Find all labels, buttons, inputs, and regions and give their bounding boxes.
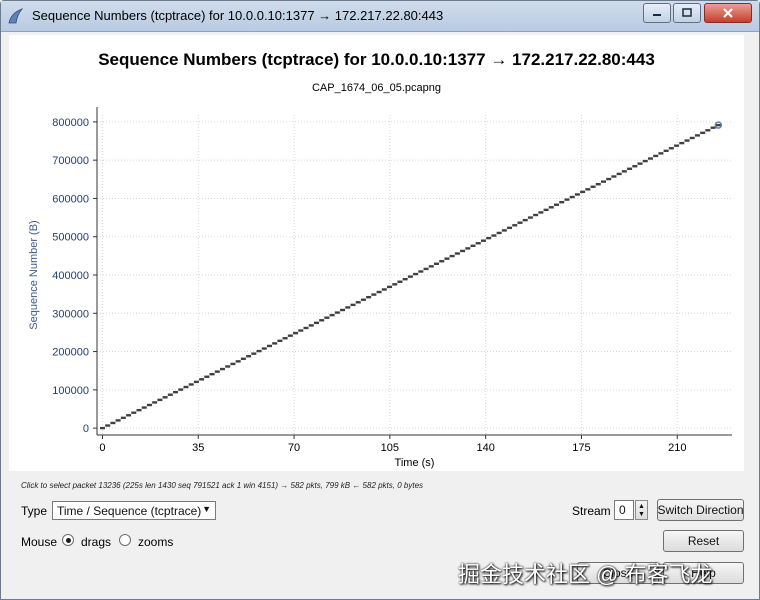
y-tick-label: 200000 xyxy=(52,347,89,359)
watermark: 掘金技术社区 @ 布客飞龙 xyxy=(458,562,713,587)
y-tick-label: 400000 xyxy=(52,270,89,282)
mouse-label: Mouse xyxy=(21,535,58,549)
title-bar[interactable]: Sequence Numbers (tcptrace) for 10.0.0.1… xyxy=(1,1,759,32)
plot-area[interactable]: Sequence Numbers (tcptrace) for 10.0.0.1… xyxy=(9,35,744,471)
y-tick-label: 300000 xyxy=(52,308,89,320)
y-tick-label: 100000 xyxy=(52,385,89,397)
drags-radio[interactable] xyxy=(62,534,74,546)
spin-up-icon[interactable]: ▲ xyxy=(638,503,645,510)
switch-direction-button[interactable]: Switch Direction xyxy=(657,499,744,521)
y-tick-label: 800000 xyxy=(52,117,89,129)
close-icon xyxy=(723,8,733,18)
y-axis-label: Sequence Number (B) xyxy=(28,220,40,329)
x-tick-label: 35 xyxy=(192,442,204,454)
x-tick-label: 70 xyxy=(288,442,300,454)
graph-type-value: Time / Sequence (tcptrace) xyxy=(57,504,202,518)
zooms-label[interactable]: zooms xyxy=(138,535,173,549)
wireshark-fin-icon xyxy=(8,8,24,24)
drags-label[interactable]: drags xyxy=(81,535,111,549)
x-tick-label: 140 xyxy=(476,442,494,454)
maximize-button[interactable] xyxy=(673,3,701,23)
radio-selected-dot xyxy=(66,538,71,543)
stream-input[interactable]: 0 xyxy=(614,500,634,520)
y-tick-label: 600000 xyxy=(52,193,89,205)
dropdown-arrow-icon: ▼ xyxy=(202,504,211,514)
graph-type-select[interactable]: Time / Sequence (tcptrace) ▼ xyxy=(52,501,216,520)
window-title: Sequence Numbers (tcptrace) for 10.0.0.1… xyxy=(32,8,444,23)
sequence-chart[interactable]: 0100000200000300000400000500000600000700… xyxy=(9,35,744,471)
status-hint: Click to select packet 13236 (225s len 1… xyxy=(21,481,424,490)
x-tick-label: 0 xyxy=(99,442,105,454)
reset-button[interactable]: Reset xyxy=(663,530,744,552)
y-tick-label: 500000 xyxy=(52,232,89,244)
graph-window: Sequence Numbers (tcptrace) for 10.0.0.1… xyxy=(0,0,760,600)
stream-label: Stream xyxy=(572,504,611,518)
y-tick-label: 0 xyxy=(83,423,89,435)
x-tick-label: 210 xyxy=(668,442,686,454)
window-close-button[interactable] xyxy=(704,3,752,23)
x-tick-label: 175 xyxy=(572,442,590,454)
zooms-radio[interactable] xyxy=(119,534,131,546)
spin-down-icon[interactable]: ▼ xyxy=(638,511,645,518)
minimize-icon xyxy=(653,14,661,16)
y-tick-label: 700000 xyxy=(52,155,89,167)
x-tick-label: 105 xyxy=(381,442,399,454)
stream-spinner[interactable]: ▲ ▼ xyxy=(635,500,648,520)
type-label: Type xyxy=(21,504,48,518)
minimize-button[interactable] xyxy=(643,3,671,23)
maximize-icon xyxy=(682,8,692,17)
x-axis-label: Time (s) xyxy=(395,457,435,469)
